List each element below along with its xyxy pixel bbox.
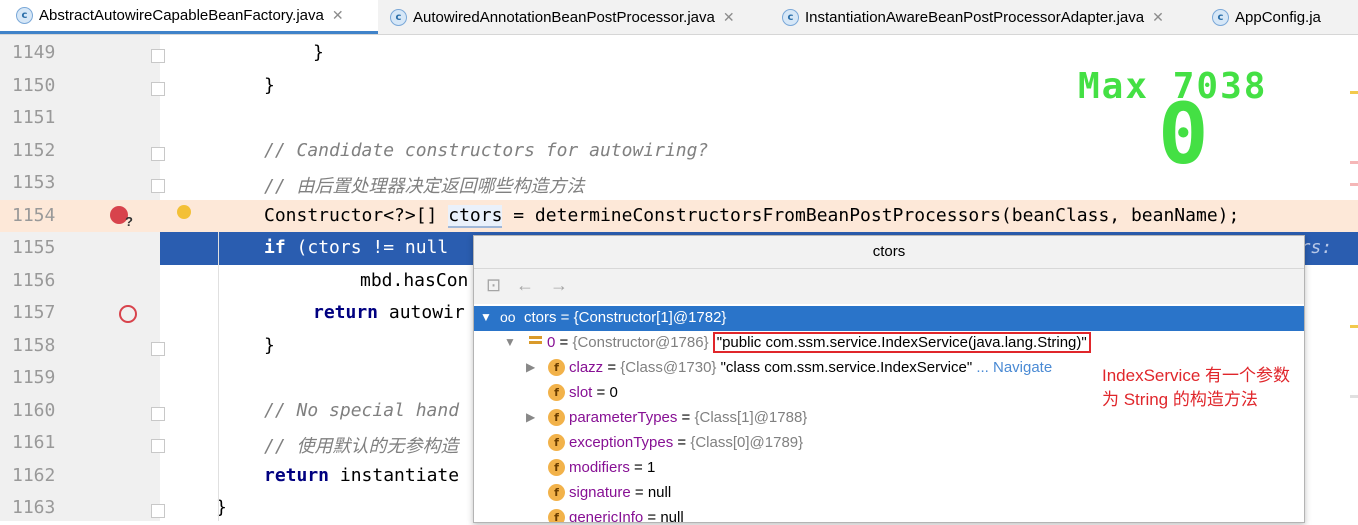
close-icon[interactable]: ✕	[1152, 9, 1164, 26]
popup-title: ctors	[474, 236, 1304, 269]
line-number: 1152	[12, 139, 56, 161]
close-icon[interactable]: ✕	[332, 7, 344, 24]
tab-label: InstantiationAwareBeanPostProcessorAdapt…	[805, 8, 1145, 26]
score-current: 0	[1158, 85, 1211, 183]
fold-marker-icon[interactable]	[151, 81, 165, 96]
annotation-line-1: IndexService 有一个参数	[1102, 366, 1290, 385]
lightbulb-icon[interactable]	[177, 204, 191, 219]
field-icon: f	[548, 434, 565, 451]
expand-arrow-icon[interactable]: ▶	[526, 360, 535, 374]
fold-marker-icon[interactable]	[151, 49, 165, 63]
expand-arrow-icon[interactable]: ▶	[526, 410, 535, 424]
editor-tab-bar: c AbstractAutowireCapableBeanFactory.jav…	[0, 0, 1358, 35]
tab-appconfig[interactable]: c AppConfig.ja	[1212, 0, 1358, 34]
line-number: 1154	[12, 204, 56, 226]
tab-abstract-autowire[interactable]: c AbstractAutowireCapableBeanFactory.jav…	[0, 0, 378, 34]
field-icon: f	[548, 484, 565, 501]
line-number: 1159	[12, 367, 56, 388]
code-text: if (ctors != null	[264, 237, 449, 258]
execution-line-gutter: 1155	[0, 232, 160, 265]
code-text: return autowir	[313, 302, 465, 323]
close-icon[interactable]: ✕	[723, 9, 735, 26]
code-text: }	[313, 42, 324, 63]
tree-row-ctors[interactable]: ▼ oo ctors = {Constructor[1]@1782}	[474, 306, 1304, 331]
ctors-variable[interactable]: ctors	[448, 204, 503, 228]
field-icon: f	[548, 359, 565, 376]
field-icon: f	[548, 409, 565, 426]
fold-marker-icon[interactable]	[151, 146, 165, 161]
back-arrow-icon[interactable]: ←	[516, 275, 534, 296]
current-line[interactable]: 1154 ? Constructor<?>[] ctors = determin…	[0, 199, 1358, 232]
code-comment: // 使用默认的无参构造	[264, 436, 459, 457]
tree-row-modifiers[interactable]: f modifiers = 1	[474, 456, 1304, 481]
scroll-marker[interactable]	[1350, 395, 1358, 398]
error-marker[interactable]	[1350, 161, 1358, 164]
code-line[interactable]: 1149 }	[0, 37, 1358, 70]
tree-row-exception-types[interactable]: f exceptionTypes = {Class[0]@1789}	[474, 431, 1304, 456]
fold-marker-icon[interactable]	[151, 406, 165, 421]
error-marker[interactable]	[1350, 183, 1358, 186]
warning-marker[interactable]	[1350, 325, 1358, 328]
line-number: 1160	[12, 399, 56, 421]
breakpoint-icon[interactable]	[119, 305, 137, 323]
collapse-arrow-icon[interactable]: ▼	[480, 310, 492, 324]
tree-row-signature[interactable]: f signature = null	[474, 481, 1304, 506]
line-number: 1161	[12, 432, 56, 453]
code-text: mbd.hasCon	[360, 269, 469, 291]
code-text: }	[264, 334, 275, 356]
line-number: 1151	[12, 107, 56, 128]
code-line[interactable]: 1153 // 由后置处理器决定返回哪些构造方法	[0, 167, 1358, 200]
fold-marker-icon[interactable]	[151, 504, 165, 518]
fold-marker-icon[interactable]	[151, 179, 165, 193]
field-icon: f	[548, 384, 565, 401]
line-number: 1155	[12, 237, 56, 258]
fold-marker-icon[interactable]	[151, 439, 165, 453]
tab-instantiation-aware[interactable]: c InstantiationAwareBeanPostProcessorAda…	[782, 0, 1202, 34]
line-number: 1163	[12, 497, 56, 518]
fold-marker-icon[interactable]	[151, 341, 165, 356]
tab-label: AbstractAutowireCapableBeanFactory.java	[39, 7, 324, 24]
forward-arrow-icon[interactable]: →	[550, 275, 568, 296]
code-comment: // 由后置处理器决定返回哪些构造方法	[264, 176, 585, 197]
field-icon: f	[548, 459, 565, 476]
class-icon: c	[16, 7, 33, 24]
pin-icon[interactable]: ⊡	[486, 275, 501, 296]
tab-label: AutowiredAnnotationBeanPostProcessor.jav…	[413, 8, 715, 26]
class-icon: c	[1212, 8, 1229, 26]
code-text: Constructor<?>[] ctors = determineConstr…	[264, 204, 1240, 228]
question-mark-icon: ?	[125, 213, 133, 229]
line-number: 1156	[12, 269, 56, 291]
array-element-icon	[529, 336, 542, 349]
annotation-line-2: 为 String 的构造方法	[1102, 390, 1258, 409]
navigate-link[interactable]: ... Navigate	[972, 359, 1052, 376]
code-text: }	[264, 74, 275, 96]
code-comment: // Candidate constructors for autowiring…	[264, 139, 709, 161]
tab-label: AppConfig.ja	[1235, 8, 1321, 26]
code-text: return instantiate	[264, 464, 460, 486]
line-number: 1162	[12, 464, 56, 486]
tree-row-generic-info[interactable]: f genericInfo = null	[474, 506, 1304, 522]
line-number: 1149	[12, 42, 56, 63]
line-number: 1158	[12, 334, 56, 356]
collapse-arrow-icon[interactable]: ▼	[504, 335, 516, 349]
line-number: 1150	[12, 74, 56, 96]
indent-guide	[218, 232, 219, 521]
class-icon: c	[782, 8, 799, 26]
code-comment: // No special hand	[264, 399, 460, 421]
tree-row-element-0[interactable]: ▼ 0 = {Constructor@1786} "public com.ssm…	[474, 331, 1304, 356]
watch-glasses-icon: oo	[500, 309, 516, 325]
line-number: 1153	[12, 172, 56, 193]
highlighted-constructor: "public com.ssm.service.IndexService(jav…	[712, 332, 1091, 353]
code-line[interactable]: 1152 // Candidate constructors for autow…	[0, 135, 1358, 168]
line-number: 1157	[12, 302, 56, 323]
tab-autowired-annotation[interactable]: c AutowiredAnnotationBeanPostProcessor.j…	[390, 0, 768, 34]
warning-marker[interactable]	[1350, 91, 1358, 94]
class-icon: c	[390, 8, 407, 26]
popup-toolbar: ⊡ ← →	[474, 269, 1304, 304]
